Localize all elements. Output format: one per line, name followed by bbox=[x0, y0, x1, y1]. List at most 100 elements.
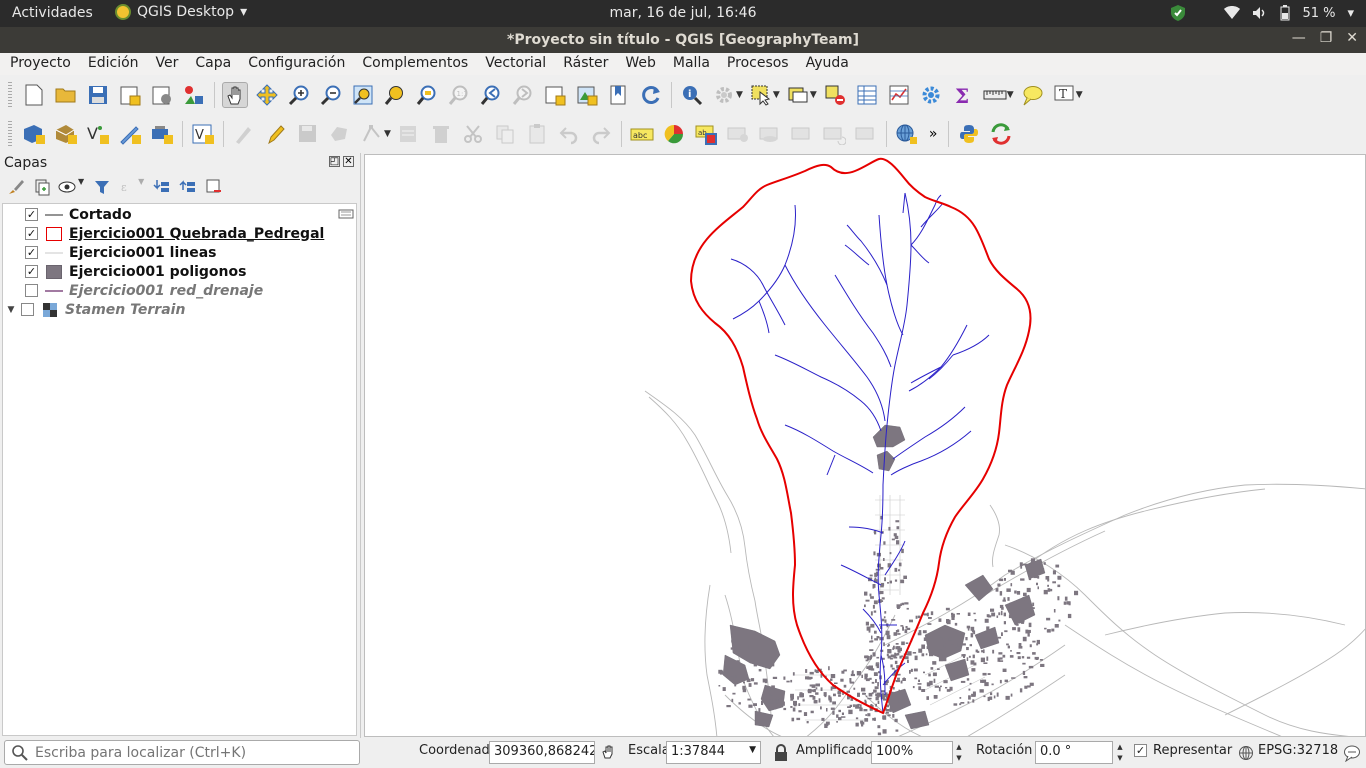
chevron-down-icon[interactable]: ▼ bbox=[1007, 90, 1014, 100]
locator-input[interactable] bbox=[33, 743, 353, 762]
geometry-checker-button[interactable] bbox=[988, 121, 1014, 147]
filter-legend-button[interactable] bbox=[92, 177, 112, 197]
zoom-out-button[interactable] bbox=[318, 82, 344, 108]
zoom-next-button[interactable] bbox=[510, 82, 536, 108]
pan-to-selection-button[interactable] bbox=[254, 82, 280, 108]
copy-features-button[interactable] bbox=[492, 121, 518, 147]
chevron-down-icon[interactable]: ▼ bbox=[138, 177, 144, 197]
toolbar-grip[interactable] bbox=[8, 82, 12, 108]
chevron-down-icon[interactable]: ▼ bbox=[736, 90, 743, 100]
menu-configuracion[interactable]: Configuración bbox=[238, 53, 352, 75]
add-group-button[interactable] bbox=[32, 177, 52, 197]
toggle-extents-icon[interactable] bbox=[599, 744, 617, 762]
lock-icon[interactable] bbox=[774, 744, 788, 762]
filter-by-expression-button[interactable]: ε bbox=[118, 177, 138, 197]
new-virtual-layer-button[interactable] bbox=[149, 121, 175, 147]
add-feature-button[interactable] bbox=[327, 121, 353, 147]
chevron-down-icon[interactable]: ▼ bbox=[384, 129, 391, 139]
magnifier-field[interactable]: 100% bbox=[871, 741, 953, 764]
layer-row-poligonos[interactable]: ✓ Ejercicio001 poligonos bbox=[3, 262, 356, 281]
toolbox-button[interactable] bbox=[918, 82, 944, 108]
redo-button[interactable] bbox=[588, 121, 614, 147]
spin-up-icon[interactable]: ▲ bbox=[956, 743, 961, 751]
layer-visibility-checkbox[interactable]: ✓ bbox=[25, 246, 38, 259]
measure-line-button[interactable] bbox=[982, 82, 1008, 108]
menu-edicion[interactable]: Edición bbox=[78, 53, 146, 75]
move-label-button[interactable] bbox=[789, 121, 815, 147]
refresh-button[interactable] bbox=[638, 82, 664, 108]
menu-ver[interactable]: Ver bbox=[146, 53, 186, 75]
chevron-down-icon[interactable]: ▼ bbox=[78, 177, 84, 197]
open-project-button[interactable] bbox=[53, 82, 79, 108]
minimize-icon[interactable]: — bbox=[1292, 30, 1306, 46]
select-by-value-button[interactable] bbox=[785, 82, 811, 108]
zoom-last-button[interactable] bbox=[478, 82, 504, 108]
edit-mode-indicator-icon[interactable] bbox=[338, 208, 354, 220]
data-source-manager-button[interactable] bbox=[21, 121, 47, 147]
menu-malla[interactable]: Malla bbox=[663, 53, 717, 75]
field-calculator-button[interactable]: Σ bbox=[950, 82, 976, 108]
pin-unpin-labels-button[interactable] bbox=[725, 121, 751, 147]
app-menu[interactable]: QGIS Desktop ▾ bbox=[115, 4, 247, 20]
expand-all-button[interactable] bbox=[152, 177, 172, 197]
current-edits-button[interactable] bbox=[231, 121, 257, 147]
layer-row-lineas[interactable]: ✓ Ejercicio001 lineas bbox=[3, 243, 356, 262]
spin-down-icon[interactable]: ▼ bbox=[956, 754, 961, 762]
rotation-field[interactable]: 0.0 ° bbox=[1035, 741, 1113, 764]
highlight-pin-labels-button[interactable]: ab bbox=[693, 121, 719, 147]
layer-row-red-drenaje[interactable]: Ejercicio001 red_drenaje bbox=[3, 281, 356, 300]
clock[interactable]: mar, 16 de jul, 16:46 bbox=[610, 5, 757, 21]
layer-visibility-checkbox[interactable]: ✓ bbox=[25, 227, 38, 240]
menu-raster[interactable]: Ráster bbox=[553, 53, 615, 75]
new-map-view-button[interactable] bbox=[542, 82, 568, 108]
layer-visibility-checkbox[interactable]: ✓ bbox=[25, 265, 38, 278]
float-panel-icon[interactable]: ◰ bbox=[329, 156, 340, 167]
add-wms-layer-button[interactable] bbox=[894, 121, 920, 147]
attribute-table-button[interactable] bbox=[854, 82, 880, 108]
layer-tree[interactable]: ✓ Cortado ✓ Ejercicio001 Quebrada_Pedreg… bbox=[2, 203, 357, 736]
locator-bar[interactable] bbox=[4, 740, 360, 765]
chevron-down-icon[interactable]: ▼ bbox=[773, 90, 780, 100]
statistics-button[interactable] bbox=[886, 82, 912, 108]
magnifier-spinner[interactable]: ▲ ▼ bbox=[953, 741, 965, 764]
layout-manager-button[interactable] bbox=[149, 82, 175, 108]
crs-globe-icon[interactable] bbox=[1238, 745, 1254, 761]
new-3d-view-button[interactable] bbox=[574, 82, 600, 108]
menu-ayuda[interactable]: Ayuda bbox=[796, 53, 856, 75]
identify-features-button[interactable]: i bbox=[679, 82, 705, 108]
save-edits-button[interactable] bbox=[295, 121, 321, 147]
close-icon[interactable]: ✕ bbox=[1346, 30, 1358, 46]
menu-vectorial[interactable]: Vectorial bbox=[475, 53, 553, 75]
zoom-native-button[interactable]: 1:1 bbox=[446, 82, 472, 108]
zoom-in-button[interactable] bbox=[286, 82, 312, 108]
new-temporary-layer-button[interactable] bbox=[117, 121, 143, 147]
new-bookmark-button[interactable] bbox=[606, 82, 632, 108]
menu-complementos[interactable]: Complementos bbox=[352, 53, 475, 75]
layer-labeling-button[interactable]: abc bbox=[629, 121, 655, 147]
save-project-button[interactable] bbox=[85, 82, 111, 108]
layer-row-stamen-terrain[interactable]: ▼ Stamen Terrain bbox=[3, 300, 356, 319]
spin-down-icon[interactable]: ▼ bbox=[1117, 754, 1122, 762]
change-label-button[interactable] bbox=[853, 121, 879, 147]
text-annotation-button[interactable]: T bbox=[1051, 82, 1077, 108]
zoom-to-layer-button[interactable] bbox=[414, 82, 440, 108]
layer-visibility-checkbox[interactable] bbox=[21, 303, 34, 316]
vertex-tool-button[interactable] bbox=[359, 121, 385, 147]
layer-diagram-button[interactable] bbox=[661, 121, 687, 147]
undo-button[interactable] bbox=[556, 121, 582, 147]
map-canvas[interactable] bbox=[364, 154, 1366, 737]
zoom-full-button[interactable] bbox=[350, 82, 376, 108]
cut-features-button[interactable] bbox=[460, 121, 486, 147]
system-tray[interactable]: 51 % ▾ bbox=[1170, 4, 1354, 22]
run-feature-action-button[interactable] bbox=[711, 82, 737, 108]
scale-combobox[interactable]: 1:37844 ▼ bbox=[666, 741, 761, 764]
new-geopackage-layer-button[interactable] bbox=[53, 121, 79, 147]
chevron-down-icon[interactable]: ▼ bbox=[749, 745, 756, 755]
render-checkbox[interactable]: ✓ bbox=[1134, 744, 1147, 757]
activities-button[interactable]: Actividades bbox=[12, 5, 93, 21]
toggle-editing-button[interactable] bbox=[263, 121, 289, 147]
chevron-down-icon[interactable]: ▼ bbox=[810, 90, 817, 100]
restore-icon[interactable]: ❐ bbox=[1320, 30, 1333, 46]
new-shapefile-layer-button[interactable]: V bbox=[85, 121, 111, 147]
paste-features-button[interactable] bbox=[524, 121, 550, 147]
